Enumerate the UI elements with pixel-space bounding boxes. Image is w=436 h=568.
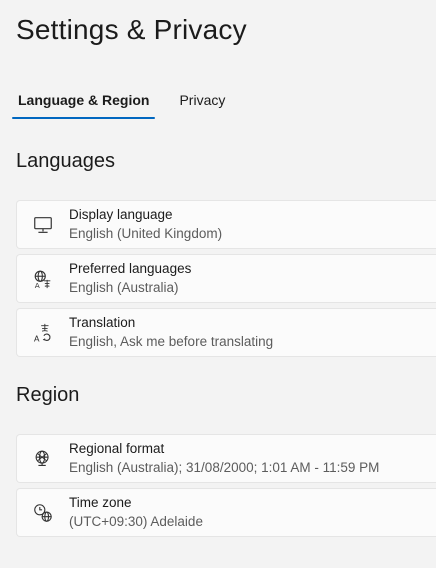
regional-format-card[interactable]: Regional format English (Australia); 31/… (16, 434, 436, 483)
translation-label: Translation (69, 314, 136, 330)
region-section-title: Region (16, 384, 80, 406)
language-globe-icon: A (17, 255, 69, 302)
monitor-icon (17, 201, 69, 248)
time-zone-card[interactable]: Time zone (UTC+09:30) Adelaide (16, 488, 436, 537)
translation-value: English, Ask me before translating (69, 333, 274, 349)
translation-card[interactable]: A Translation English, Ask me before tra… (16, 308, 436, 357)
page-title: Settings & Privacy (16, 14, 247, 45)
translation-icon: A (17, 309, 69, 356)
preferred-languages-label: Preferred languages (69, 260, 192, 276)
time-zone-icon (17, 489, 69, 536)
time-zone-label: Time zone (69, 494, 132, 510)
regional-format-value: English (Australia); 31/08/2000; 1:01 AM… (69, 459, 380, 475)
regional-format-icon (17, 435, 69, 482)
preferred-languages-value: English (Australia) (69, 279, 179, 295)
preferred-languages-card[interactable]: A Preferred languages English (Australia… (16, 254, 436, 303)
languages-section-title: Languages (16, 150, 115, 172)
time-zone-value: (UTC+09:30) Adelaide (69, 513, 203, 529)
settings-page: Settings & Privacy Language & Region Pri… (0, 0, 436, 568)
display-language-card[interactable]: Display language English (United Kingdom… (16, 200, 436, 249)
display-language-label: Display language (69, 206, 173, 222)
tab-bar: Language & Region Privacy (12, 82, 249, 120)
regional-format-label: Regional format (69, 440, 165, 456)
tab-privacy[interactable]: Privacy (173, 82, 231, 118)
tab-language-region[interactable]: Language & Region (12, 82, 156, 119)
svg-text:A: A (34, 333, 40, 343)
svg-text:A: A (35, 281, 40, 290)
display-language-value: English (United Kingdom) (69, 225, 223, 241)
